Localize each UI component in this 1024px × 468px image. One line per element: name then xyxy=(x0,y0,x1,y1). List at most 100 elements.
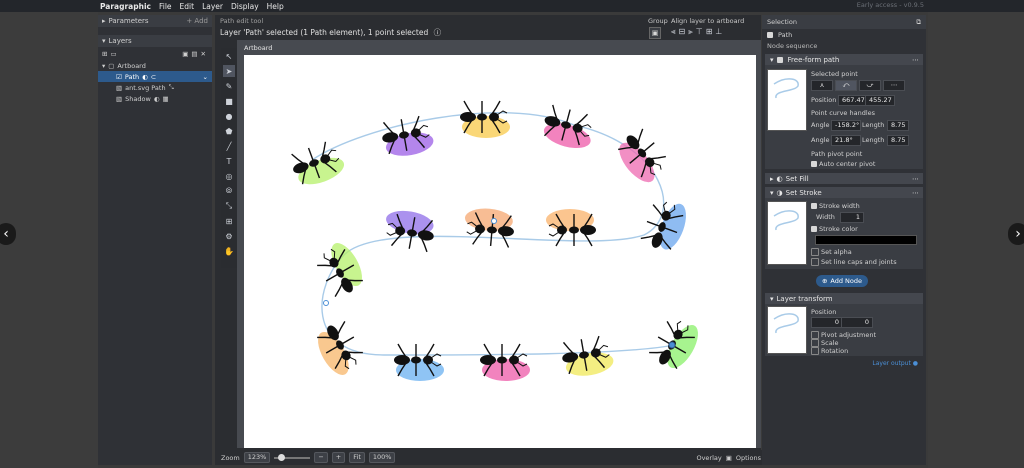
next-slide-button[interactable]: › xyxy=(1008,223,1024,245)
transform-y-input[interactable]: 0 xyxy=(841,317,873,328)
menu-help[interactable]: Help xyxy=(267,2,284,11)
path-node[interactable] xyxy=(491,218,497,224)
layer-option-icon[interactable]: ▣ xyxy=(182,50,188,58)
popout-icon[interactable]: ⧉ xyxy=(916,18,921,27)
layer-artboard[interactable]: ▾ ▢ Artboard xyxy=(98,60,212,71)
menu-layer[interactable]: Layer xyxy=(202,2,223,11)
add-node-button[interactable]: ⊕ Add Node xyxy=(816,275,868,287)
select-tool-icon[interactable]: ↖ xyxy=(223,50,235,62)
selected-path-node[interactable] xyxy=(668,341,676,349)
zoom-out-button[interactable]: − xyxy=(314,452,328,463)
more-icon[interactable]: ⋯ xyxy=(912,175,919,183)
scale-row[interactable]: Scale xyxy=(811,339,839,347)
grid-tool-icon[interactable]: ⊞ xyxy=(223,215,235,227)
align-bottom-icon[interactable]: ⊥ xyxy=(715,27,722,37)
artboard-drawing[interactable] xyxy=(244,55,756,448)
width-input[interactable]: 1 xyxy=(840,212,864,223)
slider-thumb[interactable] xyxy=(278,453,286,461)
stroke-color-row[interactable]: Stroke color xyxy=(811,225,858,233)
angle2-input[interactable]: 21.8° xyxy=(831,135,861,146)
menu-display[interactable]: Display xyxy=(231,2,259,11)
freeform-header[interactable]: ▾ Free-form path ⋯ xyxy=(765,54,923,65)
path-checkbox[interactable] xyxy=(767,31,773,38)
angle1-input[interactable]: -158.2° xyxy=(831,120,861,131)
ellipse-tool-icon[interactable]: ● xyxy=(223,110,235,122)
asymmetric-point-icon[interactable]: ⤻ xyxy=(859,80,881,91)
rotation-checkbox[interactable] xyxy=(811,347,819,355)
path-edit-tool-icon[interactable]: ➤ xyxy=(223,65,235,77)
chevron-down-icon[interactable]: ⌄ xyxy=(203,73,208,81)
text-tool-icon[interactable]: T xyxy=(223,155,235,167)
set-alpha-checkbox[interactable] xyxy=(811,248,819,256)
set-alpha-row[interactable]: Set alpha xyxy=(811,248,852,256)
link-icon[interactable]: ⊂ xyxy=(151,73,156,81)
polygon-tool-icon[interactable]: ⬟ xyxy=(223,125,235,137)
add-parameter-button[interactable]: + Add xyxy=(186,17,208,25)
more-icon[interactable]: ⋯ xyxy=(912,56,919,64)
info-icon[interactable]: ⓘ xyxy=(434,28,442,37)
overlay-icon[interactable]: ▣ xyxy=(726,454,732,462)
stroke-width-checkbox[interactable] xyxy=(811,203,817,209)
artboard[interactable] xyxy=(244,55,756,448)
toggle-icon[interactable]: ● xyxy=(913,360,918,367)
node-tool-icon[interactable]: ⤡ xyxy=(223,200,235,212)
options-button[interactable]: Options xyxy=(736,454,761,462)
align-center-h-icon[interactable]: ⊟ xyxy=(679,27,686,37)
layer-option2-icon[interactable]: ▤ xyxy=(191,50,197,58)
disconnected-point-icon[interactable]: ⋯ xyxy=(883,80,905,91)
visibility-icon[interactable]: ◐ xyxy=(154,95,160,103)
smooth-point-icon[interactable]: ⤺ xyxy=(835,80,857,91)
overlay-toggle[interactable]: Overlay xyxy=(696,454,721,462)
spiral-tool-icon[interactable]: ◎ xyxy=(223,170,235,182)
group-icon[interactable]: ▭ xyxy=(110,50,116,58)
layer-path[interactable]: ☑ Path ◐ ⊂ ⌄ xyxy=(98,71,212,82)
length1-input[interactable]: 8.75 xyxy=(887,120,909,131)
rotation-row[interactable]: Rotation xyxy=(811,347,848,355)
length2-input[interactable]: 8.75 xyxy=(887,135,909,146)
fit-button[interactable]: Fit xyxy=(349,452,365,463)
auto-center-checkbox[interactable] xyxy=(811,161,817,167)
freeform-checkbox[interactable] xyxy=(776,56,783,63)
scale-checkbox[interactable] xyxy=(811,339,819,347)
transform-x-input[interactable]: 0 xyxy=(811,317,843,328)
group-button[interactable]: ▣ xyxy=(649,27,661,39)
stroke-color-swatch[interactable] xyxy=(815,235,917,245)
layers-header[interactable]: ▾ Layers xyxy=(98,35,212,47)
pen-tool-icon[interactable]: ✎ xyxy=(223,80,235,92)
line-caps-row[interactable]: Set line caps and joints xyxy=(811,258,897,266)
new-layer-icon[interactable]: ⊞ xyxy=(102,50,107,58)
align-right-icon[interactable]: ⫸ xyxy=(688,27,693,37)
delete-layer-icon[interactable]: ✕ xyxy=(201,50,206,58)
position-x-input[interactable]: 667.47 xyxy=(838,95,868,106)
align-top-icon[interactable]: ⊤ xyxy=(696,27,703,37)
align-left-icon[interactable]: ⫷ xyxy=(671,27,676,37)
align-middle-icon[interactable]: ⊞ xyxy=(706,27,713,37)
stroke-width-row[interactable]: Stroke width xyxy=(811,202,860,210)
line-caps-checkbox[interactable] xyxy=(811,258,819,266)
zoom-slider[interactable] xyxy=(274,453,311,461)
zoom-value[interactable]: 123% xyxy=(243,452,271,463)
path-node[interactable] xyxy=(323,300,329,306)
blend-tool-icon[interactable]: ⦾ xyxy=(223,185,235,197)
corner-point-icon[interactable]: ⋏ xyxy=(811,80,833,91)
layer-ant[interactable]: ▧ ant.svg Path ⤡ xyxy=(98,82,212,93)
rectangle-tool-icon[interactable]: ■ xyxy=(223,95,235,107)
line-tool-icon[interactable]: ╱ xyxy=(223,140,235,152)
layer-transform-header[interactable]: ▾ Layer transform xyxy=(765,293,923,304)
zoom-100-button[interactable]: 100% xyxy=(368,452,396,463)
menu-edit[interactable]: Edit xyxy=(180,2,195,11)
layer-output-link[interactable]: Layer output ● xyxy=(762,360,918,367)
set-fill-header[interactable]: ▸ ◐ Set Fill ⋯ xyxy=(765,173,923,184)
position-y-input[interactable]: 455.27 xyxy=(865,95,895,106)
menu-app[interactable]: Paragraphic xyxy=(100,2,151,11)
visibility-icon[interactable]: ◐ xyxy=(142,73,148,81)
more-icon[interactable]: ⋯ xyxy=(912,189,919,197)
menu-file[interactable]: File xyxy=(159,2,172,11)
gear-tool-icon[interactable]: ⚙ xyxy=(223,230,235,242)
auto-center-row[interactable]: Auto center pivot xyxy=(811,160,875,168)
path-row[interactable]: Path xyxy=(762,29,926,40)
layer-shadow[interactable]: ▧ Shadow ◐ ▦ xyxy=(98,93,212,104)
hand-tool-icon[interactable]: ✋ xyxy=(223,245,235,257)
parameters-header[interactable]: ▸ Parameters + Add xyxy=(98,15,212,27)
pivot-adjustment-row[interactable]: Pivot adjustment xyxy=(811,331,876,339)
